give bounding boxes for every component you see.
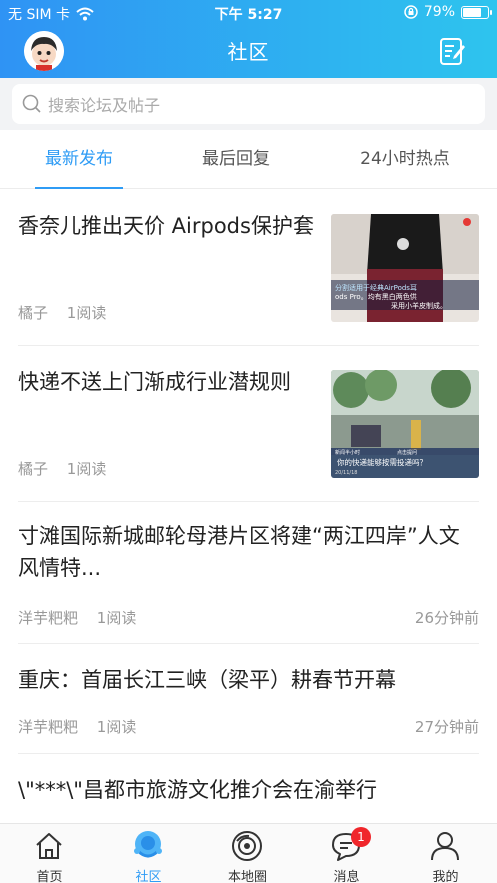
post-meta: 洋芋粑粑 1阅读 [18,716,150,737]
post-reads: 1阅读 [96,609,137,627]
battery-percent: 79% [423,4,455,20]
post-thumbnail: 分割适用于经典AirPods耳 ods Pro。均有黑白两色供 采用小羊皮制成。 [331,214,479,322]
thumb-date: 20/11/18 [335,470,357,476]
tabbar-item-home[interactable]: 首页 [0,824,99,883]
tabbar-label: 首页 [36,870,63,883]
page-title: 社区 [227,40,270,64]
app-header: 无 SIM 卡 下午 5:27 79% 社区 [0,0,497,78]
edit-note-icon [440,38,465,65]
post-title: 重庆：首届长江三峡（梁平）耕春节开幕 [18,668,396,692]
list-item[interactable]: 重庆：首届长江三峡（梁平）耕春节开幕 洋芋粑粑 1阅读 27分钟前 [18,644,479,754]
search-bar-area: 搜索论坛及帖子 [0,78,497,130]
post-reads: 1阅读 [96,718,137,736]
thumb-tag: 点击提问 [397,449,417,456]
post-author: 橘子 [18,460,49,478]
post-time: 27分钟前 [414,718,479,736]
post-title: 快递不送上门渐成行业潜规则 [18,370,291,394]
post-reads: 1阅读 [66,460,107,478]
list-item[interactable]: 香奈儿推出天价 Airpods保护套 橘子 1阅读 分割适用于经典AirPods… [18,190,479,346]
post-author: 橘子 [18,304,49,322]
post-meta: 洋芋粑粑 1阅读 [18,607,150,628]
tabbar-item-messages[interactable]: 1 消息 [297,824,396,883]
post-meta: 橘子 1阅读 [18,458,120,479]
tabbar-item-local[interactable]: 本地圈 [198,824,297,883]
list-item[interactable]: \"***\"昌都市旅游文化推介会在渝举行 [18,754,479,823]
home-icon [36,833,62,859]
search-placeholder: 搜索论坛及帖子 [48,96,161,115]
post-thumbnail: 新闻半小时 点击提问 你的快递能够按需投递吗？ 20/11/18 [331,370,479,478]
status-bar: 无 SIM 卡 下午 5:27 79% [0,0,497,26]
post-title: 寸滩国际新城邮轮母港片区将建“两江四岸”人文风情特... [18,524,460,580]
thumb-header: 新闻半小时 [335,449,360,456]
post-reads: 1阅读 [66,304,107,322]
post-time: 26分钟前 [414,609,479,627]
thumbnail-image: 分割适用于经典AirPods耳 ods Pro。均有黑白两色供 采用小羊皮制成。 [331,214,479,322]
search-icon [22,94,41,113]
thumb-caption-1: 分割适用于经典AirPods耳 [335,283,417,292]
thumbnail-image: 新闻半小时 点击提问 你的快递能够按需投递吗？ 20/11/18 [331,370,479,478]
bottom-tab-bar: 首页 社区 本地圈 1 消息 我的 [0,823,497,883]
post-meta: 橘子 1阅读 [18,302,120,323]
profile-icon [431,832,459,861]
tabbar-label: 我的 [432,870,459,883]
status-right: 79% [404,4,492,20]
post-title: \"***\"昌都市旅游文化推介会在渝举行 [18,778,377,802]
list-item[interactable]: 寸滩国际新城邮轮母港片区将建“两江四岸”人文风情特... 洋芋粑粑 1阅读 26… [18,502,479,644]
post-title: 香奈儿推出天价 Airpods保护套 [18,214,314,238]
thumb-caption-3: 采用小羊皮制成。 [391,301,447,310]
search-input[interactable]: 搜索论坛及帖子 [12,84,485,124]
thumb-caption: 你的快递能够按需投递吗？ [337,457,427,467]
community-icon [134,831,162,858]
battery-fill [463,7,481,17]
tabbar-label: 消息 [333,870,360,883]
compose-post-button[interactable] [439,36,467,66]
tab-latest[interactable]: 最新发布 [35,130,123,189]
active-tab-indicator [35,187,123,189]
list-item[interactable]: 快递不送上门渐成行业潜规则 橘子 1阅读 新闻半小时 点击提问 你的快递能够按需… [18,346,479,502]
tabbar-label: 本地圈 [227,870,267,883]
feed-tabs: 最新发布 最后回复 24小时热点 [0,130,497,189]
tabbar-label: 社区 [135,870,162,883]
tabbar-item-community[interactable]: 社区 [99,824,198,883]
post-feed: 香奈儿推出天价 Airpods保护套 橘子 1阅读 分割适用于经典AirPods… [0,190,497,823]
unread-badge: 1 [351,827,371,847]
thumb-caption-2: ods Pro。均有黑白两色供 [335,292,417,301]
tabbar-item-profile[interactable]: 我的 [396,824,495,883]
post-author: 洋芋粑粑 [18,609,79,627]
post-author: 洋芋粑粑 [18,718,79,736]
orientation-lock-icon [404,5,418,19]
local-circle-icon [232,831,262,861]
tab-last-reply[interactable]: 最后回复 [186,130,286,189]
tab-24h-hot[interactable]: 24小时热点 [345,130,465,189]
battery-icon [461,5,492,19]
